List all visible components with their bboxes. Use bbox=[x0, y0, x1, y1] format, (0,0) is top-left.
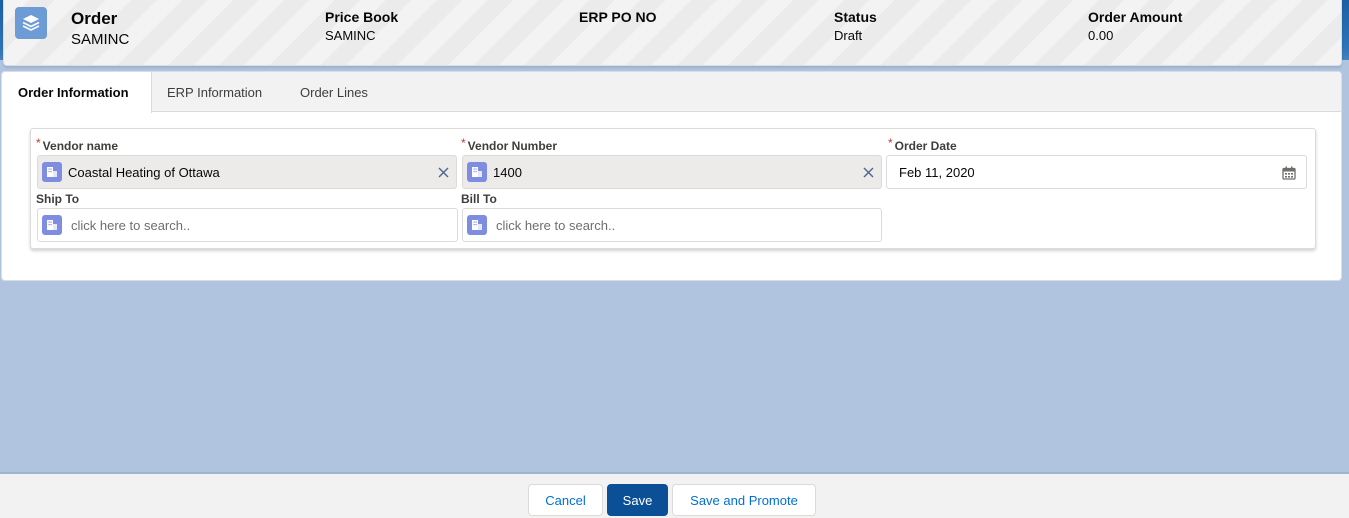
vendor-number-label-text: Vendor Number bbox=[467, 139, 558, 153]
ship-to-label: Ship To bbox=[36, 192, 80, 206]
required-asterisk: * bbox=[888, 136, 893, 150]
vendor-name-label: * Vendor name bbox=[36, 136, 119, 153]
vendor-name-label-text: Vendor name bbox=[42, 139, 119, 153]
order-date-input[interactable]: Feb 11, 2020 bbox=[886, 155, 1307, 189]
vendor-name-lookup[interactable]: Coastal Heating of Ottawa bbox=[37, 155, 457, 189]
tab-order-information[interactable]: Order Information bbox=[2, 72, 152, 113]
vendor-number-value: 1400 bbox=[493, 164, 522, 180]
record-header: Order SAMINC Price Book SAMINC ERP PO NO… bbox=[3, 0, 1342, 66]
clear-selection-icon[interactable] bbox=[859, 163, 877, 181]
stacked-layers-icon bbox=[15, 7, 47, 39]
highlight-value: SAMINC bbox=[325, 28, 376, 43]
calendar-icon[interactable] bbox=[1282, 166, 1296, 180]
tab-order-lines[interactable]: Order Lines bbox=[300, 72, 368, 112]
record-name: SAMINC bbox=[71, 31, 130, 48]
highlight-status: Status Draft bbox=[834, 9, 877, 43]
ship-to-lookup[interactable]: click here to search.. bbox=[37, 208, 458, 242]
highlight-label: Status bbox=[834, 9, 877, 25]
clear-selection-icon[interactable] bbox=[434, 163, 452, 181]
highlight-label: Order Amount bbox=[1088, 9, 1183, 25]
footer-bar: Cancel Save Save and Promote bbox=[0, 472, 1349, 518]
required-asterisk: * bbox=[461, 136, 466, 150]
object-type-label: Order bbox=[71, 9, 118, 28]
highlight-order-amount: Order Amount 0.00 bbox=[1088, 9, 1182, 43]
highlight-value: 0.00 bbox=[1088, 28, 1114, 43]
order-date-label: * Order Date bbox=[888, 136, 957, 153]
highlight-label: ERP PO NO bbox=[579, 9, 657, 25]
bill-to-placeholder: click here to search.. bbox=[496, 217, 616, 233]
highlight-value: Draft bbox=[834, 28, 863, 43]
bill-to-lookup[interactable]: click here to search.. bbox=[462, 208, 882, 242]
tab-erp-information[interactable]: ERP Information bbox=[167, 72, 262, 112]
vendor-name-field: * Vendor name bbox=[36, 136, 119, 153]
order-information-form: * Vendor name Coastal Heating of Ottawa … bbox=[30, 128, 1316, 249]
tabset-card: Order Information ERP Information Order … bbox=[1, 71, 1342, 281]
vendor-number-label: * Vendor Number bbox=[461, 136, 558, 153]
account-icon bbox=[467, 215, 487, 235]
vendor-name-value: Coastal Heating of Ottawa bbox=[68, 164, 220, 180]
account-icon bbox=[42, 162, 62, 182]
highlight-label: Price Book bbox=[325, 9, 399, 25]
highlight-erp-po-no: ERP PO NO bbox=[579, 9, 657, 28]
highlight-price-book: Price Book SAMINC bbox=[325, 9, 398, 43]
account-icon bbox=[467, 162, 487, 182]
order-date-value: Feb 11, 2020 bbox=[899, 164, 975, 180]
bill-to-field: Bill To bbox=[461, 190, 497, 206]
save-button[interactable]: Save bbox=[607, 484, 668, 516]
save-and-promote-button[interactable]: Save and Promote bbox=[672, 484, 816, 516]
tab-bar: Order Information ERP Information Order … bbox=[2, 72, 1341, 113]
ship-to-placeholder: click here to search.. bbox=[71, 217, 191, 233]
bill-to-label: Bill To bbox=[461, 192, 497, 206]
order-date-label-text: Order Date bbox=[894, 139, 957, 153]
ship-to-field: Ship To bbox=[36, 190, 79, 206]
account-icon bbox=[42, 215, 62, 235]
cancel-button[interactable]: Cancel bbox=[528, 484, 603, 516]
order-date-field: * Order Date bbox=[888, 136, 957, 153]
required-asterisk: * bbox=[36, 136, 41, 150]
vendor-number-lookup[interactable]: 1400 bbox=[462, 155, 882, 189]
vendor-number-field: * Vendor Number bbox=[461, 136, 558, 153]
